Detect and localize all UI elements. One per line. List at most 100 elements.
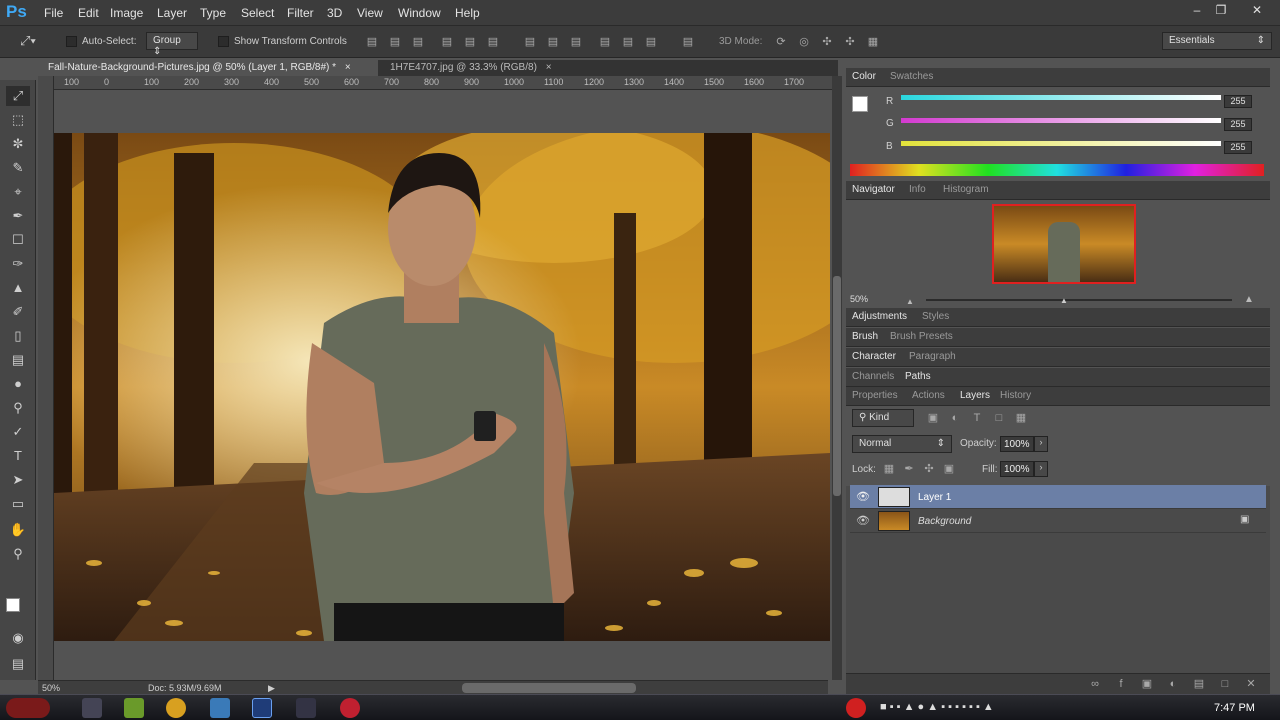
filter-shape-icon[interactable]: □ (992, 411, 1006, 425)
navigator-zoom-value[interactable]: 50% (850, 294, 868, 304)
distribute-top-icon[interactable]: ▤ (523, 35, 537, 49)
path-selection-tool-icon[interactable]: ➤ (6, 470, 30, 490)
color-panel-foreground[interactable] (852, 96, 868, 112)
file-explorer-icon[interactable] (210, 698, 230, 718)
menu-view[interactable]: View (357, 6, 383, 20)
adjustment-layer-icon[interactable]: ◐ (1166, 677, 1180, 691)
distribute-hcenter-icon[interactable]: ▤ (621, 35, 635, 49)
tab-styles[interactable]: Styles (922, 308, 949, 324)
taskbar-app-icon[interactable] (296, 698, 316, 718)
opacity-chevron-icon[interactable]: › (1034, 436, 1048, 452)
tab-document-2[interactable]: 1H7E4707.jpg @ 33.3% (RGB/8) × (380, 60, 560, 76)
close-icon[interactable]: ✕ (1246, 3, 1268, 21)
document-canvas[interactable] (54, 133, 830, 641)
filter-smart-object-icon[interactable]: ▦ (1014, 411, 1028, 425)
menu-edit[interactable]: Edit (78, 6, 99, 20)
chrome-icon[interactable] (166, 698, 186, 718)
delete-layer-icon[interactable]: ✕ (1244, 677, 1258, 691)
menu-help[interactable]: Help (455, 6, 480, 20)
layer-mask-icon[interactable]: ▣ (1140, 677, 1154, 691)
tab-properties[interactable]: Properties (852, 387, 898, 403)
3d-rotate-icon[interactable]: ⟳ (774, 35, 788, 49)
layer-row-layer-1[interactable]: 👁 Layer 1 (850, 485, 1266, 509)
menu-image[interactable]: Image (110, 6, 143, 20)
history-brush-tool-icon[interactable]: ✐ (6, 302, 30, 322)
close-tab-icon[interactable]: × (345, 62, 351, 73)
opacity-input[interactable]: 100% (1000, 436, 1034, 452)
tab-brush-presets[interactable]: Brush Presets (890, 328, 953, 344)
filter-type-icon[interactable]: T (970, 411, 984, 425)
fill-input[interactable]: 100% (1000, 461, 1034, 477)
quick-mask-icon[interactable]: ◉ (6, 628, 30, 648)
visibility-eye-icon[interactable]: 👁 (856, 514, 870, 527)
gradient-tool-icon[interactable]: ▤ (6, 350, 30, 370)
3d-slide-icon[interactable]: ✣ (843, 35, 857, 49)
zoom-tool-icon[interactable]: ⚲ (6, 544, 30, 564)
lock-all-icon[interactable]: ▣ (942, 462, 956, 476)
auto-align-icon[interactable]: ▤ (681, 35, 695, 49)
blur-tool-icon[interactable]: ● (6, 374, 30, 394)
tab-actions[interactable]: Actions (912, 387, 945, 403)
status-zoom[interactable]: 50% (42, 683, 60, 693)
align-right-icon[interactable]: ▤ (486, 35, 500, 49)
canvas-vertical-scrollbar[interactable] (832, 76, 842, 680)
eraser-tool-icon[interactable]: ▯ (6, 326, 30, 346)
distribute-left-icon[interactable]: ▤ (598, 35, 612, 49)
layer-name[interactable]: Background (918, 516, 971, 527)
tab-channels[interactable]: Channels (852, 368, 894, 384)
auto-select-dropdown[interactable]: Group ⇕ (146, 32, 198, 57)
healing-brush-tool-icon[interactable]: ☐ (6, 230, 30, 250)
distribute-vcenter-icon[interactable]: ▤ (546, 35, 560, 49)
color-spectrum-ramp[interactable] (850, 164, 1264, 176)
quick-selection-tool-icon[interactable]: ✎ (6, 158, 30, 178)
align-top-icon[interactable]: ▤ (365, 35, 379, 49)
layer-style-icon[interactable]: f (1114, 677, 1128, 691)
align-hcenter-icon[interactable]: ▤ (463, 35, 477, 49)
tab-history[interactable]: History (1000, 387, 1031, 403)
menu-file[interactable]: File (44, 6, 63, 20)
fill-chevron-icon[interactable]: › (1034, 461, 1048, 477)
hand-tool-icon[interactable]: ✋ (6, 520, 30, 540)
tab-adjustments[interactable]: Adjustments (852, 308, 907, 324)
crop-tool-icon[interactable]: ⌖ (6, 182, 30, 202)
align-left-icon[interactable]: ▤ (440, 35, 454, 49)
taskbar-app-icon[interactable] (340, 698, 360, 718)
layer-row-background[interactable]: 👁 Background ▣ (850, 509, 1266, 533)
navigator-preview[interactable] (992, 204, 1136, 284)
3d-roll-icon[interactable]: ◎ (797, 35, 811, 49)
align-bottom-icon[interactable]: ▤ (411, 35, 425, 49)
new-layer-icon[interactable]: □ (1218, 677, 1232, 691)
b-channel-slider[interactable] (901, 141, 1221, 146)
lock-transparent-icon[interactable]: ▦ (882, 462, 896, 476)
align-vcenter-icon[interactable]: ▤ (388, 35, 402, 49)
menu-filter[interactable]: Filter (287, 6, 314, 20)
record-icon[interactable] (846, 698, 866, 718)
tray-icons[interactable]: ■ ▪ ▪ ▲ ● ▲ ▪ ▪ ▪ ▪ ▪ ▪ ▲ (880, 701, 994, 713)
tab-character[interactable]: Character (852, 348, 896, 364)
type-tool-icon[interactable]: T (6, 446, 30, 466)
brush-tool-icon[interactable]: ✑ (6, 254, 30, 274)
menu-3d[interactable]: 3D (327, 6, 342, 20)
taskbar-app-icon[interactable] (124, 698, 144, 718)
tab-navigator[interactable]: Navigator (852, 181, 895, 197)
dodge-tool-icon[interactable]: ⚲ (6, 398, 30, 418)
layer-filter-kind-dropdown[interactable]: ⚲ Kind (852, 409, 914, 427)
taskbar-app-icon[interactable] (82, 698, 102, 718)
lock-image-icon[interactable]: ✒ (902, 462, 916, 476)
navigator-zoom-out-icon[interactable]: ▲ (906, 297, 916, 306)
b-channel-value[interactable]: 255 (1224, 141, 1252, 154)
menu-window[interactable]: Window (398, 6, 441, 20)
3d-pan-icon[interactable]: ✣ (820, 35, 834, 49)
transform-controls-checkbox[interactable] (218, 36, 229, 47)
rectangle-tool-icon[interactable]: ▭ (6, 494, 30, 514)
blend-mode-dropdown[interactable]: Normal ⇕ (852, 435, 952, 453)
tab-paragraph[interactable]: Paragraph (909, 348, 956, 364)
marquee-tool-icon[interactable]: ⬚ (6, 110, 30, 130)
filter-adjustment-icon[interactable]: ◐ (948, 411, 962, 425)
minimize-icon[interactable]: – (1186, 3, 1208, 21)
photoshop-taskbar-icon[interactable] (252, 698, 272, 718)
r-channel-value[interactable]: 255 (1224, 95, 1252, 108)
link-layers-icon[interactable]: ∞ (1088, 677, 1102, 691)
menu-select[interactable]: Select (241, 6, 274, 20)
tab-brush[interactable]: Brush (852, 328, 878, 344)
